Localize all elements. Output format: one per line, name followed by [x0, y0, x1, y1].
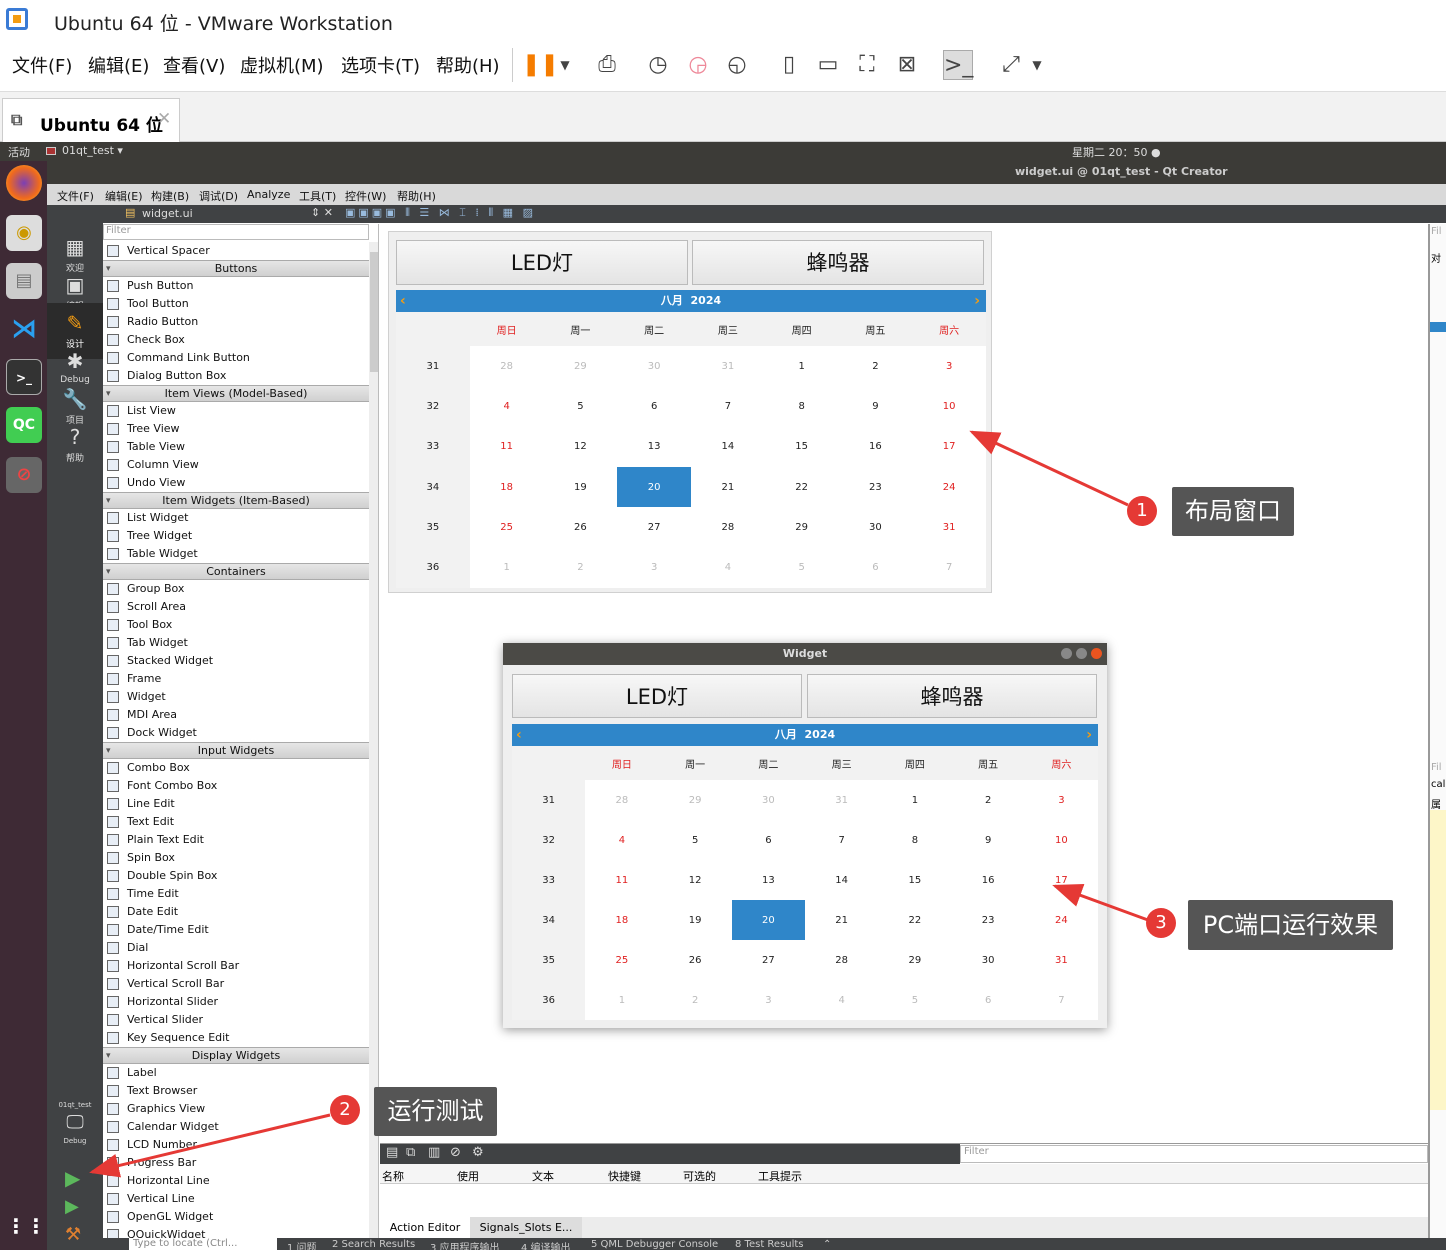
annotation-number: 1	[1127, 496, 1157, 526]
annotation-number: 2	[330, 1095, 360, 1125]
annotation-label: 布局窗口	[1172, 487, 1294, 536]
annotation-label: 运行测试	[374, 1087, 497, 1136]
annotation-label: PC端口运行效果	[1188, 900, 1393, 950]
arrow-2	[89, 1113, 331, 1178]
annotation-arrows	[89, 430, 1149, 1178]
annotation-number: 3	[1146, 908, 1176, 938]
arrow-1	[969, 430, 1129, 507]
arrow-3	[1052, 884, 1149, 922]
